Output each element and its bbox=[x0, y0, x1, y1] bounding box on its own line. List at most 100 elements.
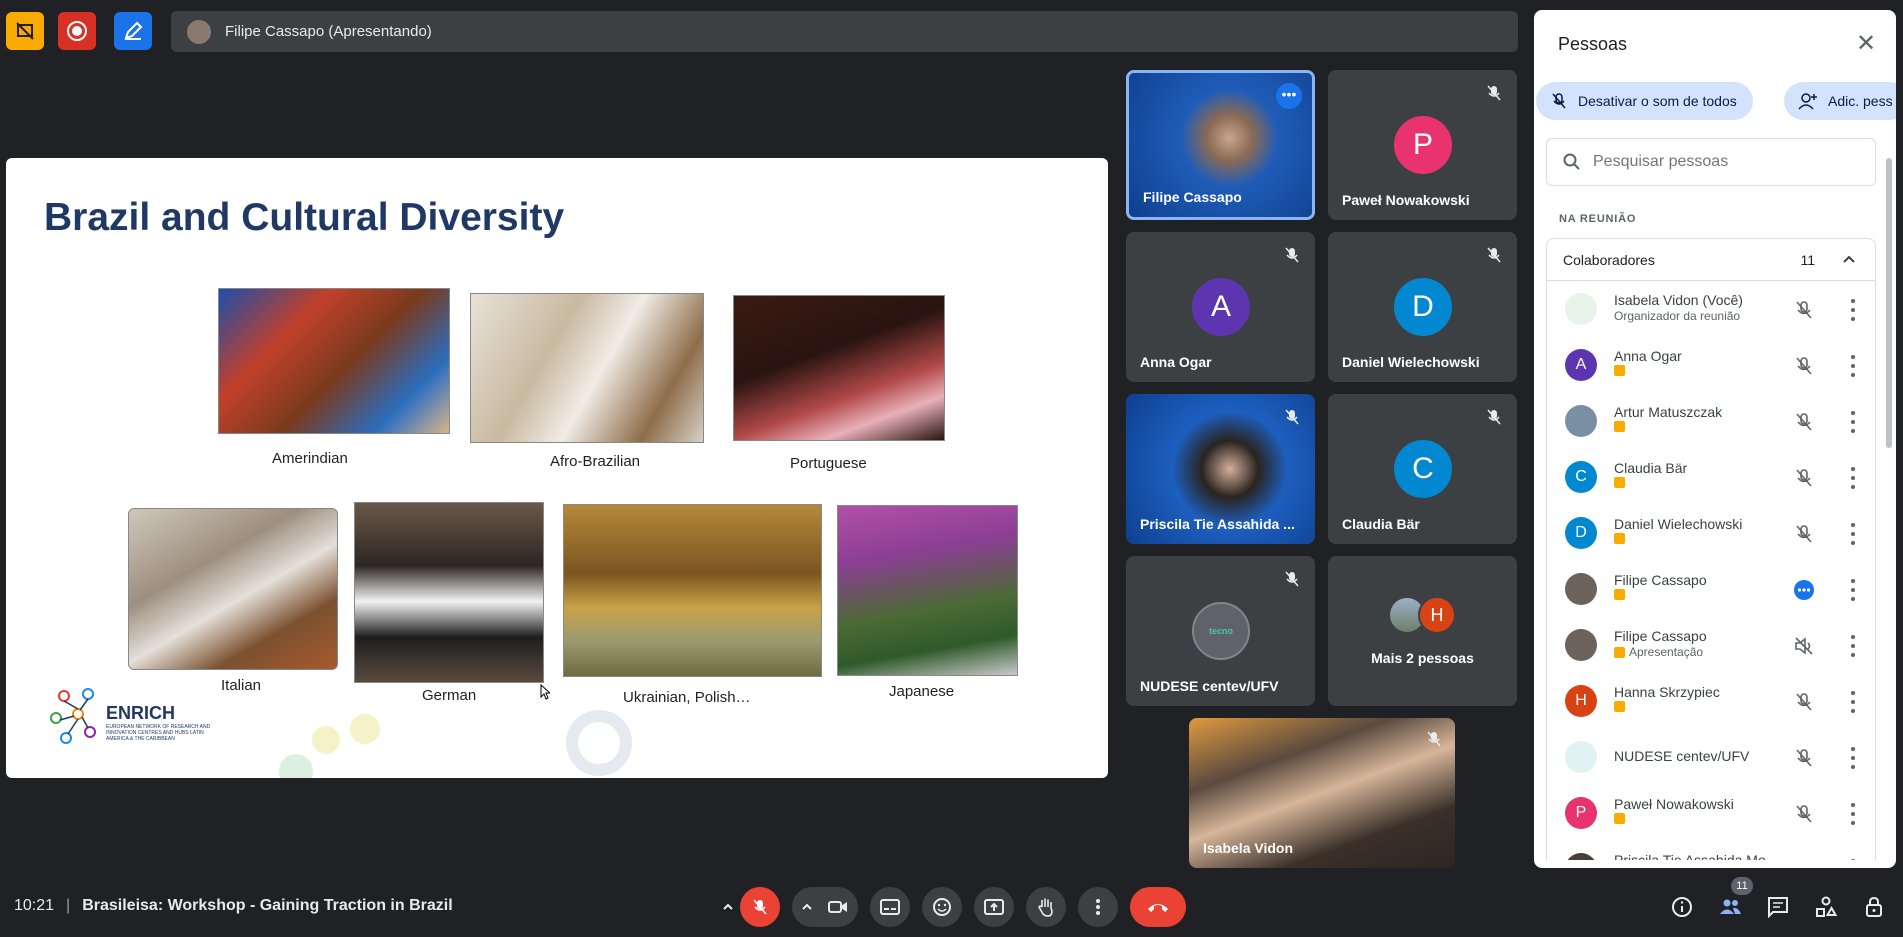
more-vert-icon[interactable] bbox=[1849, 523, 1857, 545]
mic-off-icon[interactable] bbox=[1793, 523, 1815, 545]
participant-tile[interactable]: D Daniel Wielechowski bbox=[1328, 232, 1517, 382]
more-vert-icon bbox=[1096, 899, 1100, 915]
photo-ukrainian-polish bbox=[563, 504, 822, 677]
participant-row[interactable]: Priscila Tie Assahida Mo... bbox=[1547, 841, 1875, 860]
activities-icon[interactable] bbox=[1814, 895, 1838, 919]
whiteboard-button[interactable] bbox=[114, 12, 152, 50]
participant-row[interactable]: Isabela Vidon (Você) Organizador da reuni… bbox=[1547, 281, 1875, 337]
more-vert-icon[interactable] bbox=[1849, 747, 1857, 769]
participant-name: Filipe Cassapo bbox=[1614, 628, 1707, 644]
mic-off-icon[interactable] bbox=[1793, 803, 1815, 825]
more-vert-icon[interactable] bbox=[1849, 299, 1857, 321]
more-options-icon[interactable]: ••• bbox=[1276, 83, 1302, 109]
participant-tile[interactable]: Priscila Tie Assahida ... bbox=[1126, 394, 1315, 544]
people-icon[interactable] bbox=[1718, 895, 1742, 919]
participant-avatar: P bbox=[1565, 797, 1597, 829]
more-options-button[interactable] bbox=[1078, 887, 1118, 927]
participant-row[interactable]: NUDESE centev/UFV bbox=[1547, 729, 1875, 785]
slide-decoration bbox=[566, 710, 632, 776]
participant-name: Filipe Cassapo bbox=[1614, 572, 1707, 588]
participant-row[interactable]: Artur Matuszczak bbox=[1547, 393, 1875, 449]
mic-off-icon[interactable] bbox=[1793, 411, 1815, 433]
more-vert-icon[interactable] bbox=[1849, 579, 1857, 601]
slide-decoration bbox=[350, 714, 380, 744]
leave-call-button[interactable] bbox=[1130, 887, 1186, 927]
more-people-tile[interactable]: H Mais 2 pessoas bbox=[1328, 556, 1517, 706]
reactions-button[interactable] bbox=[922, 887, 962, 927]
participant-row[interactable]: Filipe Cassapo Apresentação bbox=[1547, 617, 1875, 673]
participant-row[interactable]: A Anna Ogar bbox=[1547, 337, 1875, 393]
participant-subtitle bbox=[1614, 533, 1629, 544]
mic-off-icon[interactable] bbox=[1793, 467, 1815, 489]
close-icon[interactable]: ✕ bbox=[1854, 32, 1878, 56]
audio-off-icon[interactable] bbox=[1793, 635, 1815, 657]
photo-afro-brazilian bbox=[470, 293, 704, 443]
participant-tile[interactable]: A Anna Ogar bbox=[1126, 232, 1315, 382]
participant-avatar: D bbox=[1394, 278, 1452, 336]
mic-off-icon[interactable] bbox=[1793, 747, 1815, 769]
mic-off-icon bbox=[1487, 409, 1501, 425]
slide-decoration bbox=[312, 726, 340, 754]
participant-row[interactable]: P Paweł Nowakowski bbox=[1547, 785, 1875, 841]
mic-off-icon[interactable] bbox=[1793, 859, 1815, 860]
participant-tile[interactable]: tecno NUDESE centev/UFV bbox=[1126, 556, 1315, 706]
participant-tile[interactable]: C Claudia Bär bbox=[1328, 394, 1517, 544]
caption-german: German bbox=[422, 687, 477, 704]
tile-name: Claudia Bär bbox=[1342, 516, 1420, 532]
more-vert-icon[interactable] bbox=[1849, 691, 1857, 713]
participant-tile[interactable]: ••• Filipe Cassapo bbox=[1126, 70, 1315, 220]
more-vert-icon[interactable] bbox=[1849, 467, 1857, 489]
mic-off-icon[interactable] bbox=[1793, 691, 1815, 713]
presenter-bar[interactable]: Filipe Cassapo (Apresentando) bbox=[171, 11, 1518, 52]
add-people-button[interactable]: Adic. pess bbox=[1784, 82, 1896, 120]
collaborator-badge-icon bbox=[1614, 477, 1625, 488]
more-vert-icon[interactable] bbox=[1849, 859, 1857, 860]
participant-tile[interactable]: P Paweł Nowakowski bbox=[1328, 70, 1517, 220]
mic-off-icon[interactable] bbox=[1793, 299, 1815, 321]
participant-row[interactable]: D Daniel Wielechowski bbox=[1547, 505, 1875, 561]
participant-avatar bbox=[1565, 293, 1597, 325]
presentation-options-button[interactable] bbox=[6, 12, 44, 50]
speaking-indicator-icon[interactable] bbox=[1793, 579, 1815, 601]
caption-amerindian: Amerindian bbox=[272, 450, 348, 467]
mic-options-chevron[interactable] bbox=[716, 887, 740, 927]
participant-role: Apresentação bbox=[1629, 645, 1704, 659]
scrollbar[interactable] bbox=[1886, 158, 1892, 448]
slide-title: Brazil and Cultural Diversity bbox=[44, 196, 565, 239]
more-vert-icon[interactable] bbox=[1849, 635, 1857, 657]
collaborator-badge-icon bbox=[1614, 701, 1625, 712]
participant-row[interactable]: Filipe Cassapo bbox=[1547, 561, 1875, 617]
captions-button[interactable] bbox=[870, 887, 910, 927]
participant-role: Organizador da reunião bbox=[1614, 309, 1741, 323]
search-input[interactable] bbox=[1593, 153, 1853, 171]
participant-avatar: C bbox=[1565, 461, 1597, 493]
tile-name: Filipe Cassapo bbox=[1143, 189, 1242, 205]
self-view-tile[interactable]: Isabela Vidon bbox=[1189, 718, 1455, 868]
participant-avatar: H bbox=[1418, 596, 1456, 634]
more-vert-icon[interactable] bbox=[1849, 355, 1857, 377]
record-icon bbox=[67, 21, 87, 41]
more-vert-icon[interactable] bbox=[1849, 803, 1857, 825]
camera-toggle-button[interactable] bbox=[818, 887, 858, 927]
mic-off-icon bbox=[1487, 247, 1501, 263]
info-icon[interactable] bbox=[1670, 895, 1694, 919]
search-box[interactable] bbox=[1546, 138, 1876, 186]
participant-row[interactable]: H Hanna Skrzypiec bbox=[1547, 673, 1875, 729]
camera-icon bbox=[828, 901, 847, 913]
clock-time: 10:21 bbox=[14, 897, 55, 914]
present-button[interactable] bbox=[974, 887, 1014, 927]
participant-name: NUDESE centev/UFV bbox=[1614, 748, 1750, 764]
collaborators-header[interactable]: Colaboradores 11 bbox=[1547, 239, 1875, 281]
meeting-name[interactable]: Brasileisa: Workshop - Gaining Traction … bbox=[82, 897, 452, 915]
raise-hand-button[interactable] bbox=[1026, 887, 1066, 927]
recording-button[interactable] bbox=[58, 12, 96, 50]
host-controls-icon[interactable] bbox=[1862, 895, 1886, 919]
mute-all-button[interactable]: Desativar o som de todos bbox=[1536, 82, 1753, 120]
enrich-logo-icon bbox=[50, 688, 96, 744]
more-vert-icon[interactable] bbox=[1849, 411, 1857, 433]
participant-row[interactable]: C Claudia Bär bbox=[1547, 449, 1875, 505]
mic-toggle-button[interactable] bbox=[740, 887, 780, 927]
chat-icon[interactable] bbox=[1766, 895, 1790, 919]
photo-italian bbox=[128, 508, 338, 670]
mic-off-icon[interactable] bbox=[1793, 355, 1815, 377]
